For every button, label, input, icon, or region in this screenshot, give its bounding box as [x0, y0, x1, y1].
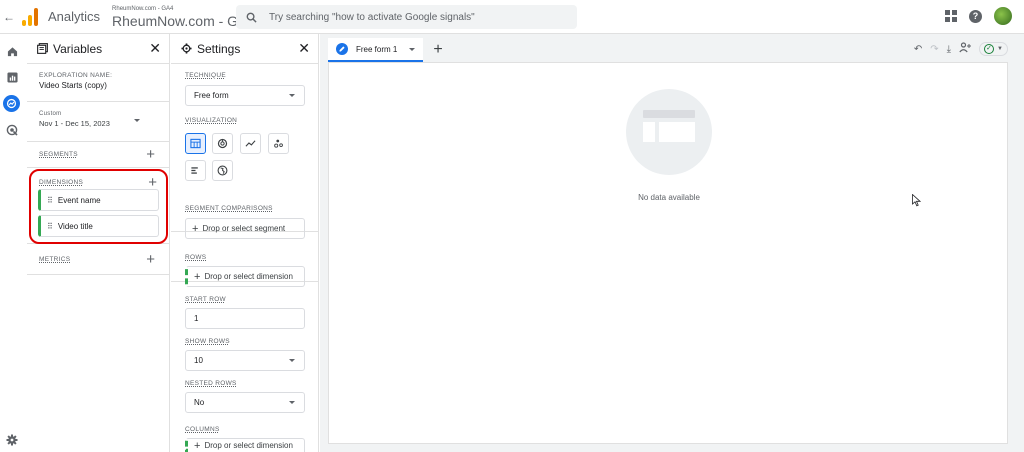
segment-drop-text: Drop or select segment: [202, 224, 286, 233]
search-bar[interactable]: Try searching "how to activate Google si…: [236, 5, 577, 29]
segments-section: SEGMENTS +: [27, 142, 169, 168]
no-data-message: No data available: [638, 193, 700, 202]
exploration-name-input[interactable]: Video Starts (copy): [39, 81, 169, 90]
segment-drop-target[interactable]: + Drop or select segment: [185, 218, 305, 239]
redo-icon[interactable]: ↷: [930, 44, 938, 55]
close-variables-icon[interactable]: ✕: [149, 40, 161, 57]
plus-icon: +: [194, 439, 201, 452]
add-segment-plus-icon[interactable]: +: [146, 147, 155, 162]
left-nav: [0, 34, 24, 452]
exploration-name-section: EXPLORATION NAME: Video Starts (copy): [27, 64, 169, 102]
mouse-cursor-icon: [912, 193, 922, 212]
nested-rows-select[interactable]: No: [185, 392, 305, 413]
horizontal-bar-chart-icon: [191, 167, 198, 174]
results-card: No data available: [328, 62, 1008, 444]
nested-rows-label: NESTED ROWS: [185, 380, 237, 387]
share-user-icon[interactable]: [959, 42, 972, 56]
date-range-value: Nov 1 - Dec 15, 2023: [39, 119, 110, 128]
chevron-down-icon: [289, 359, 295, 362]
advertising-icon[interactable]: [5, 123, 19, 137]
tab-menu-chevron-icon[interactable]: [409, 47, 416, 51]
add-metric-plus-icon[interactable]: +: [146, 252, 155, 267]
chevron-down-icon: [289, 94, 295, 97]
date-range-selector[interactable]: Custom Nov 1 - Dec 15, 2023: [27, 102, 169, 142]
line-chart-icon: [245, 140, 256, 147]
edit-pencil-icon: [336, 43, 348, 55]
technique-select[interactable]: Free form: [185, 85, 305, 106]
technique-value: Free form: [194, 91, 229, 100]
table-icon: [190, 138, 201, 149]
visualization-label: VISUALIZATION: [185, 117, 238, 124]
home-icon[interactable]: [5, 44, 19, 58]
app-name: Analytics: [48, 9, 101, 24]
download-icon[interactable]: ⤓: [947, 44, 951, 55]
segments-label: SEGMENTS: [39, 151, 78, 158]
close-settings-icon[interactable]: ✕: [298, 40, 310, 57]
tab-label: Free form 1: [356, 44, 398, 54]
globe-icon: [217, 165, 228, 176]
search-placeholder: Try searching "how to activate Google si…: [269, 11, 475, 23]
scatter-plot-icon: [274, 139, 283, 148]
variables-header: Variables ✕: [27, 34, 169, 64]
analytics-logo: [22, 7, 38, 26]
start-row-input[interactable]: 1: [185, 308, 305, 329]
property-selector[interactable]: RheumNow.com - GA4 RheumNow.com - GA4: [112, 6, 255, 28]
property-account: RheumNow.com - GA4: [112, 5, 174, 12]
settings-title: Settings: [197, 41, 241, 56]
status-check-dropdown[interactable]: ✓ ▼: [979, 42, 1008, 56]
start-row-value: 1: [194, 314, 199, 323]
technique-label: TECHNIQUE: [185, 72, 226, 79]
show-rows-select[interactable]: 10: [185, 350, 305, 371]
exploration-name-label: EXPLORATION NAME:: [39, 72, 113, 79]
show-rows-value: 10: [194, 356, 203, 365]
tab-free-form-1[interactable]: Free form 1: [328, 38, 424, 62]
show-rows-label: SHOW ROWS: [185, 338, 230, 345]
plus-icon: +: [194, 270, 201, 283]
settings-gear-icon: [181, 43, 192, 54]
avatar[interactable]: [994, 7, 1012, 25]
canvas-toolbar: ↶ ↷ ⤓ ✓ ▼: [914, 42, 1008, 56]
variables-icon: [37, 43, 48, 54]
line-chart-button[interactable]: [240, 133, 261, 154]
explore-icon[interactable]: [3, 95, 20, 112]
reports-icon[interactable]: [5, 70, 19, 84]
donut-chart-icon: [217, 138, 228, 149]
metrics-label: METRICS: [39, 255, 71, 263]
rows-drop-target[interactable]: + Drop or select dimension: [185, 266, 305, 287]
table-visualization-button[interactable]: [185, 133, 206, 154]
help-icon[interactable]: ?: [969, 9, 982, 23]
scatter-chart-button[interactable]: [268, 133, 289, 154]
metrics-section: METRICS +: [27, 243, 169, 275]
chevron-down-icon: ▼: [997, 46, 1003, 52]
rows-label: ROWS: [185, 254, 207, 261]
admin-gear-icon[interactable]: [5, 433, 19, 447]
check-circle-icon: ✓: [984, 44, 995, 54]
rows-drop-text: Drop or select dimension: [204, 272, 293, 281]
apps-grid-icon[interactable]: [945, 10, 957, 22]
chevron-down-icon: [289, 401, 295, 404]
donut-chart-button[interactable]: [212, 133, 233, 154]
back-arrow-icon[interactable]: ←: [2, 10, 16, 24]
date-dropdown-caret-icon: [134, 119, 140, 122]
date-range-label: Custom: [39, 111, 62, 117]
tab-bar: Free form 1 +: [328, 38, 1008, 62]
add-tab-plus-icon[interactable]: +: [433, 41, 442, 59]
columns-drop-target[interactable]: + Drop or select dimension: [185, 438, 305, 452]
undo-icon[interactable]: ↶: [914, 44, 922, 55]
empty-table-illustration: [626, 89, 712, 175]
segment-comparisons-label: SEGMENT COMPARISONS: [185, 205, 273, 212]
columns-drop-text: Drop or select dimension: [204, 441, 293, 450]
plus-icon: +: [192, 222, 199, 235]
settings-header: Settings ✕: [171, 34, 318, 64]
property-name: RheumNow.com - GA4: [112, 12, 256, 29]
nested-rows-value: No: [194, 398, 205, 407]
dimensions-highlight-outline: [29, 169, 168, 244]
search-icon: [246, 12, 257, 23]
columns-label: COLUMNS: [185, 426, 220, 433]
geo-map-button[interactable]: [212, 160, 233, 181]
bar-chart-button[interactable]: [185, 160, 206, 181]
top-right-actions: ?: [945, 7, 1012, 25]
variables-title: Variables: [53, 41, 103, 56]
start-row-label: START ROW: [185, 296, 226, 303]
